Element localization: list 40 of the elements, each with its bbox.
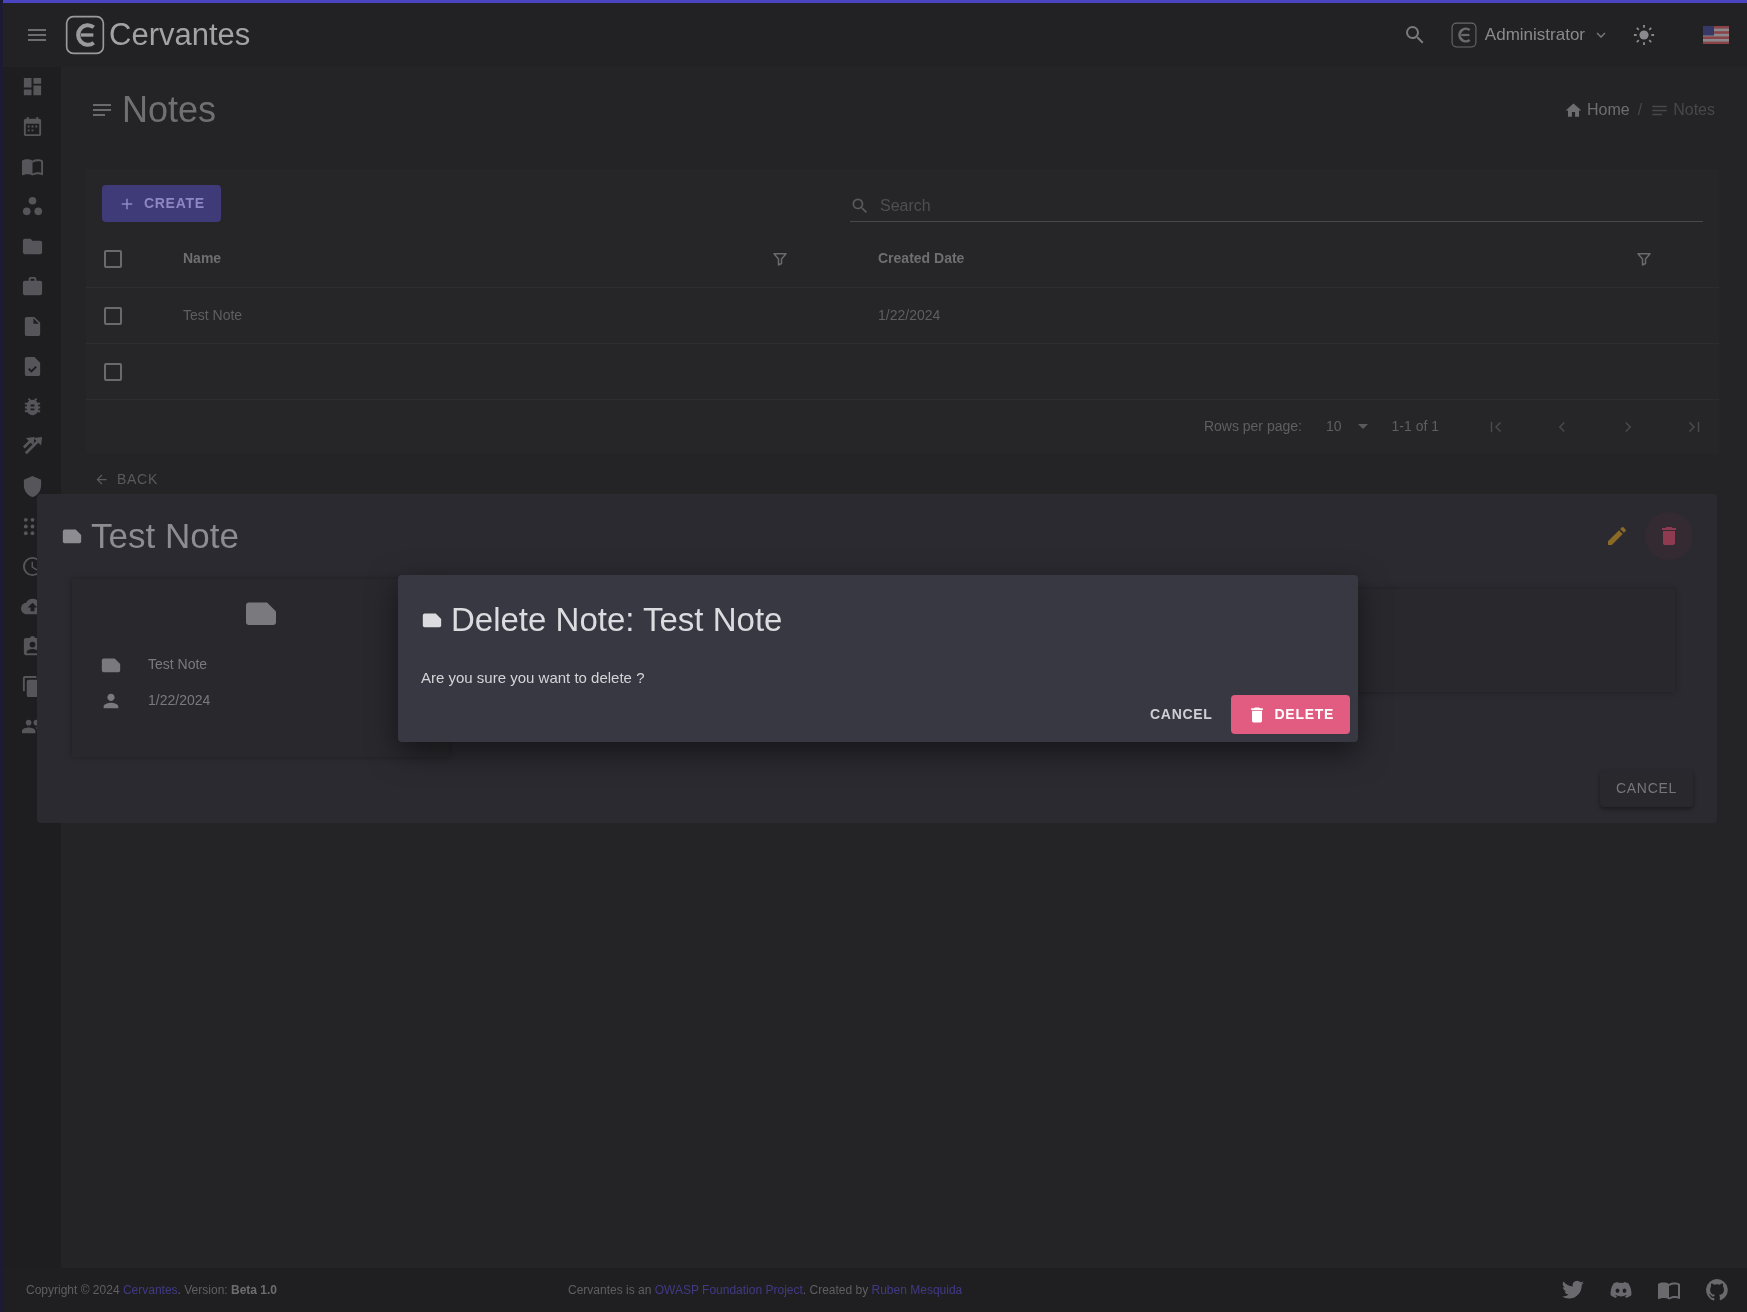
checkbox[interactable]: [104, 249, 122, 268]
cat-icon[interactable]: [1705, 1278, 1729, 1302]
page-range: 1-1 of 1: [1391, 417, 1439, 436]
caret-icon: [1357, 424, 1368, 429]
user-avatar-icon: [1450, 22, 1477, 48]
arrow-left-icon: [94, 472, 109, 487]
credit-text: Cervantes is an OWASP Foundation Project. Created by Ruben Mesquida: [568, 1282, 963, 1299]
rows-per-page-select[interactable]: 10: [1325, 416, 1368, 437]
breadcrumb-separator: /: [1637, 100, 1643, 120]
flag-icon[interactable]: [1703, 26, 1729, 44]
footer-link[interactable]: OWASP Foundation Project: [654, 1283, 803, 1297]
app-title: Cervantes: [109, 15, 251, 54]
table-cell-text: 1/22/2024: [878, 306, 942, 325]
circles-icon[interactable]: [20, 195, 44, 218]
rows-per-page-label: Rows per page:: [1203, 417, 1302, 436]
field-value: Test Note: [148, 655, 208, 674]
dialog-title: Test Note: [91, 515, 239, 557]
user-name[interactable]: Administrator: [1484, 22, 1585, 48]
copyright-text: Copyright © 2024 Cervantes. Version: Beta 1.0: [26, 1282, 277, 1299]
table-cell-text: Test Note: [183, 306, 244, 325]
page-title: Notes: [122, 88, 217, 132]
cancel-button[interactable]: CANCEL: [1600, 770, 1693, 807]
cancel-button[interactable]: CANCEL: [1140, 696, 1223, 733]
confirm-message: Are you sure you want to delete ?: [421, 667, 646, 688]
checkbox[interactable]: [104, 306, 122, 325]
delete-button[interactable]: DELETE: [1230, 695, 1350, 734]
checkbox[interactable]: [104, 362, 122, 381]
home-icon: [1564, 100, 1584, 120]
create-button[interactable]: CREATE: [102, 185, 221, 222]
dialog-title: Delete Note: Test Note: [451, 600, 783, 640]
footer-link[interactable]: Ruben Mesquida: [871, 1283, 963, 1297]
briefcase-icon[interactable]: [20, 275, 44, 298]
delete-icon-button[interactable]: [1645, 512, 1693, 561]
breadcrumb-link[interactable]: Home: [1587, 98, 1630, 122]
column-header[interactable]: Name: [183, 248, 771, 269]
field-value: 1/22/2024: [148, 691, 211, 710]
footer-link[interactable]: Cervantes: [122, 1283, 178, 1297]
sun-icon[interactable]: [1633, 24, 1655, 46]
app-logo-icon: [65, 15, 105, 55]
column-header[interactable]: Created Date: [878, 248, 1635, 269]
